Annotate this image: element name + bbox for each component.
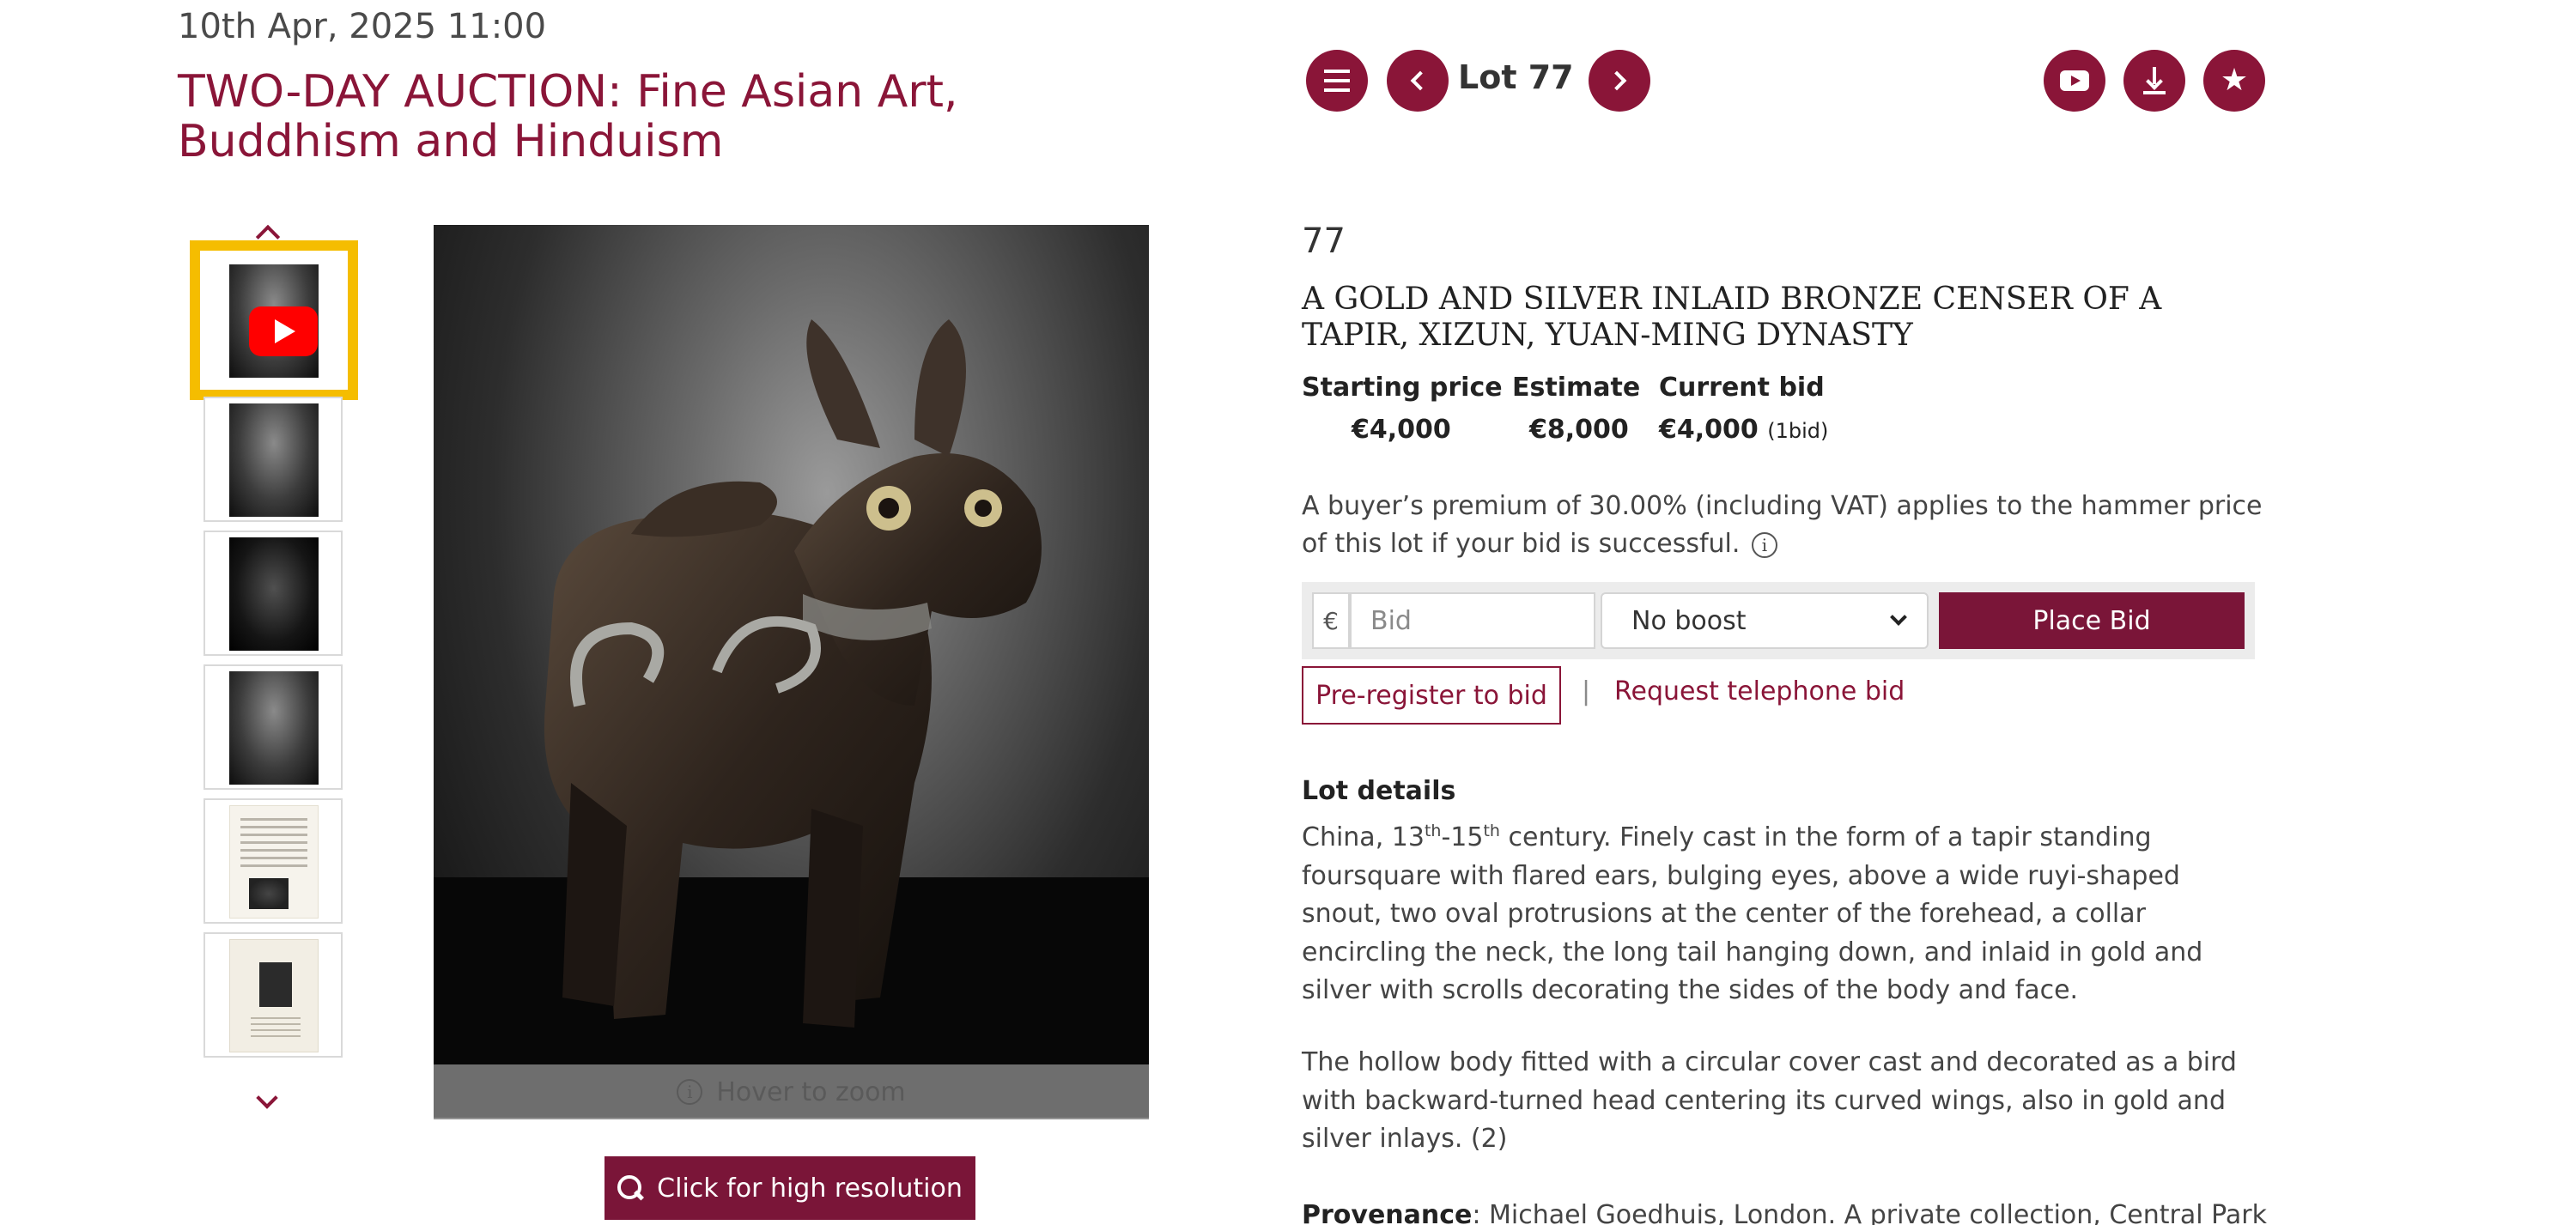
chevron-left-icon: [1410, 70, 1431, 91]
tapir-ear-right: [914, 319, 966, 457]
info-icon: i: [677, 1079, 703, 1105]
chevron-down-icon: [1890, 609, 1907, 626]
link-separator: |: [1582, 676, 1591, 706]
estimate-label: Estimate: [1512, 373, 1641, 403]
bid-count: (1bid): [1767, 419, 1829, 443]
boost-selected-value: No boost: [1631, 605, 1747, 636]
pre-register-button[interactable]: Pre-register to bid: [1302, 666, 1561, 725]
bid-amount-input[interactable]: [1350, 592, 1595, 649]
buyers-premium-text: A buyer’s premium of 30.00% (including V…: [1302, 491, 2263, 559]
favorite-button[interactable]: ★: [2203, 50, 2265, 112]
auction-title[interactable]: TWO-DAY AUCTION: Fine Asian Art, Buddhis…: [178, 67, 1165, 167]
boost-select[interactable]: No boost: [1601, 592, 1929, 649]
tapir-leg-front: [803, 809, 863, 1028]
thumbnail-image: [229, 537, 319, 651]
lot-label: Lot 77: [1458, 58, 1574, 96]
tapir-ear-left: [806, 319, 880, 448]
tapir-censer-illustration: [434, 319, 1149, 1118]
star-icon: ★: [2220, 63, 2249, 98]
estimate-value: €8,000: [1529, 415, 1629, 445]
thumbnail-3[interactable]: [204, 531, 343, 656]
thumbnail-book-image: [229, 939, 319, 1052]
current-bid-line: €4,000 (1bid): [1659, 415, 1828, 445]
thumbnail-image: [229, 403, 319, 517]
video-button[interactable]: [2044, 50, 2105, 112]
current-bid-value: €4,000: [1659, 415, 1759, 445]
telephone-bid-link[interactable]: Request telephone bid: [1614, 676, 1905, 706]
chevron-right-icon: [1607, 70, 1627, 91]
current-bid-block: Current bid €4,000 (1bid): [1659, 373, 1828, 445]
search-icon: [617, 1175, 643, 1201]
zoom-hint-text: Hover to zoom: [716, 1076, 906, 1107]
current-bid-label: Current bid: [1659, 373, 1825, 403]
starting-price-label: Starting price: [1302, 373, 1503, 403]
thumbnail-6[interactable]: [204, 932, 343, 1058]
provenance-label: Provenance: [1302, 1200, 1473, 1225]
download-icon: [2142, 67, 2167, 94]
previous-lot-button[interactable]: [1387, 50, 1449, 112]
lot-page: 10th Apr, 2025 11:00 TWO-DAY AUCTION: Fi…: [0, 0, 2576, 1225]
youtube-icon: [2060, 70, 2089, 91]
thumbnail-5[interactable]: [204, 798, 343, 924]
next-lot-button[interactable]: [1589, 50, 1650, 112]
provenance: Provenance: Michael Goedhuis, London. A …: [1302, 1197, 2267, 1225]
list-icon: [1324, 70, 1350, 92]
provenance-text: : Michael Goedhuis, London. A private co…: [1472, 1200, 2267, 1225]
lot-details-paragraph-2: The hollow body fitted with a circular c…: [1302, 1047, 2237, 1154]
info-icon[interactable]: i: [1751, 531, 1777, 558]
place-bid-button[interactable]: Place Bid: [1939, 592, 2245, 649]
lot-list-button[interactable]: [1306, 50, 1368, 112]
selected-thumbnail-highlight: [190, 240, 358, 400]
starting-price-block: Starting price €4,000: [1302, 373, 1503, 445]
lot-title: A GOLD AND SILVER INLAID BRONZE CENSER O…: [1302, 282, 2162, 353]
hover-to-zoom-bar: i Hover to zoom: [434, 1064, 1149, 1119]
thumbnails-down-arrow-icon[interactable]: [256, 1087, 278, 1109]
bid-form: € No boost Place Bid: [1302, 582, 2255, 659]
starting-price-value: €4,000: [1352, 415, 1451, 445]
auction-date: 10th Apr, 2025 11:00: [178, 7, 547, 46]
main-lot-image[interactable]: [434, 225, 1149, 1118]
currency-symbol: €: [1312, 592, 1350, 649]
lot-details-heading: Lot details: [1302, 776, 1456, 806]
thumbnail-4[interactable]: [204, 664, 343, 790]
thumbnail-2[interactable]: [204, 397, 343, 522]
high-resolution-button[interactable]: Click for high resolution: [605, 1156, 975, 1220]
high-resolution-label: Click for high resolution: [657, 1173, 963, 1204]
lot-details-paragraph-1: China, 13th-15th century. Finely cast in…: [1302, 822, 2203, 1005]
thumbnail-document-image: [229, 805, 319, 919]
estimate-block: Estimate €8,000: [1512, 373, 1640, 445]
buyers-premium-note: A buyer’s premium of 30.00% (including V…: [1302, 488, 2263, 563]
download-button[interactable]: [2123, 50, 2185, 112]
thumbnail-image: [229, 671, 319, 785]
lot-number: 77: [1302, 221, 1346, 261]
